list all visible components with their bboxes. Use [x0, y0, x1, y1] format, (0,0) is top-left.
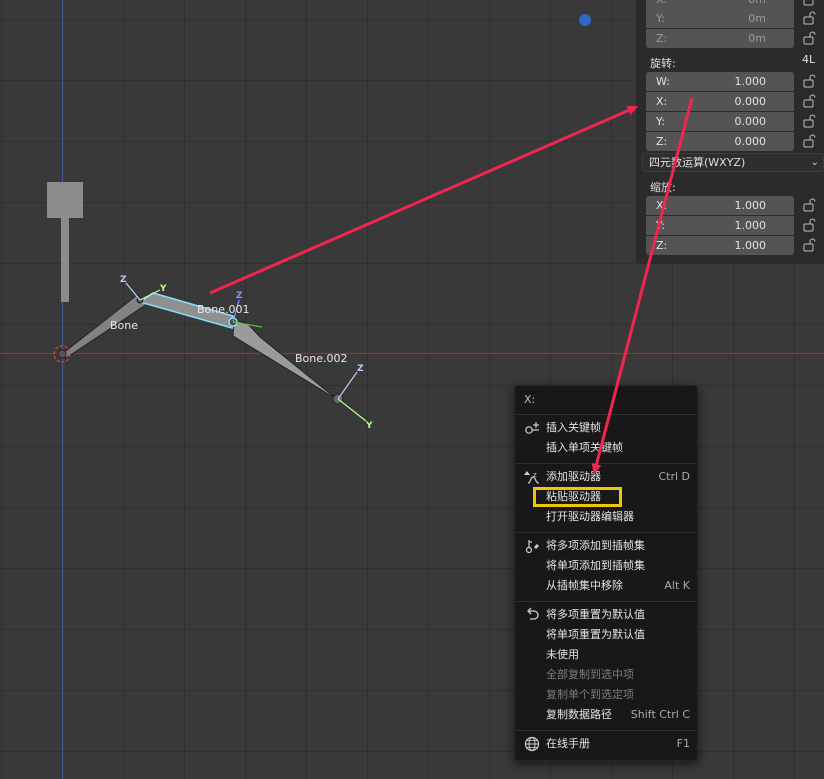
- paste-driver-highlight: [533, 487, 622, 507]
- bone-y-letter: Y: [159, 284, 167, 294]
- property-context-menu: X: 插入关键帧 插入单项关键帧 z 添加驱动器 Ctrl D 粘贴驱动器 打开…: [514, 385, 698, 761]
- bone-002-y-letter: Y: [365, 421, 373, 431]
- rotation-mode-dropdown[interactable]: 四元数运算(WXYZ) ⌄: [642, 153, 824, 172]
- menu-remove-from-keying-set[interactable]: 从插帧集中移除 Alt K: [515, 576, 697, 596]
- location-z-field[interactable]: Z: 0m: [646, 29, 794, 48]
- scale-section-label: 缩放:: [650, 181, 676, 194]
- keyframe-insert-icon: [525, 422, 539, 434]
- unlock-icon[interactable]: [802, 218, 816, 232]
- unlock-icon[interactable]: [802, 0, 816, 6]
- bone-custom-shape-stem: [61, 218, 69, 302]
- reset-undo-icon: [527, 607, 539, 620]
- rotation-z-field[interactable]: Z: 0.000: [646, 132, 794, 151]
- unlock-icon[interactable]: [802, 114, 816, 128]
- bone-002-label: Bone.002: [295, 352, 348, 365]
- globe-icon: [524, 736, 540, 752]
- menu-add-all-to-keying-set[interactable]: 将多项添加到插帧集: [515, 536, 697, 556]
- menu-separator: [516, 532, 696, 533]
- bone-z-axis: [125, 282, 141, 301]
- menu-separator: [516, 730, 696, 731]
- menu-insert-keyframes[interactable]: 插入关键帧: [515, 418, 697, 438]
- transform-side-panel: X: 0m Y: 0m Z: 0m 旋转: 4L W: 1.000 X: 0.0…: [636, 0, 824, 264]
- bone-001-label: Bone.001: [197, 303, 250, 316]
- bone-root-joint[interactable]: [57, 349, 67, 359]
- bone-custom-shape[interactable]: [47, 182, 83, 218]
- chevron-down-icon: ⌄: [810, 157, 819, 168]
- driver-icon: z: [524, 471, 540, 484]
- rotation-section-label: 旋转:: [650, 57, 676, 70]
- menu-online-manual[interactable]: 在线手册 F1: [515, 734, 697, 754]
- context-menu-title: X:: [524, 393, 536, 406]
- menu-reset-single-to-default[interactable]: 将单项重置为默认值: [515, 625, 697, 645]
- keying-set-icon: [525, 540, 539, 554]
- unlock-icon[interactable]: [802, 94, 816, 108]
- menu-separator: [516, 601, 696, 602]
- scale-y-field[interactable]: Y: 1.000: [646, 216, 794, 235]
- menu-separator: [516, 463, 696, 464]
- rotation-x-field[interactable]: X: 0.000: [646, 92, 794, 111]
- light-dot-icon[interactable]: [579, 14, 591, 26]
- menu-copy-all-to-selected: 全部复制到选中项: [546, 668, 634, 681]
- unlock-icon[interactable]: [802, 74, 816, 88]
- bone-label: Bone: [110, 319, 138, 332]
- scale-x-field[interactable]: X: 1.000: [646, 196, 794, 215]
- unlock-icon[interactable]: [802, 238, 816, 252]
- unlock-icon[interactable]: [802, 134, 816, 148]
- menu-copy-single-to-selected: 复制单个到选定项: [546, 688, 634, 701]
- location-x-field[interactable]: X: 0m: [646, 0, 794, 9]
- menu-insert-single-keyframe[interactable]: 插入单项关键帧: [515, 438, 697, 458]
- menu-add-single-to-keying-set[interactable]: 将单项添加到插帧集: [515, 556, 697, 576]
- rotation-lock-4l-toggle[interactable]: 4L: [802, 53, 815, 66]
- rotation-y-field[interactable]: Y: 0.000: [646, 112, 794, 131]
- svg-text:z: z: [533, 471, 537, 479]
- rotation-w-field[interactable]: W: 1.000: [646, 72, 794, 91]
- menu-open-drivers-editor[interactable]: 打开驱动器编辑器: [515, 507, 697, 527]
- unlock-icon[interactable]: [802, 31, 816, 45]
- scale-z-field[interactable]: Z: 1.000: [646, 236, 794, 255]
- bone-001-z-letter: Z: [236, 291, 243, 301]
- bone-002-z-axis: [337, 371, 358, 400]
- bone-002-z-letter: Z: [357, 364, 364, 374]
- bone-002-y-axis: [337, 398, 367, 422]
- menu-separator: [516, 414, 696, 415]
- unlock-icon[interactable]: [802, 198, 816, 212]
- menu-reset-all-to-default[interactable]: 将多项重置为默认值: [515, 605, 697, 625]
- bone-z-letter: Z: [120, 275, 127, 285]
- menu-unset[interactable]: 未使用: [515, 645, 697, 665]
- menu-copy-data-path[interactable]: 复制数据路径 Shift Ctrl C: [515, 705, 697, 725]
- unlock-icon[interactable]: [802, 11, 816, 25]
- location-y-field[interactable]: Y: 0m: [646, 9, 794, 28]
- menu-add-driver[interactable]: z 添加驱动器 Ctrl D: [515, 467, 697, 487]
